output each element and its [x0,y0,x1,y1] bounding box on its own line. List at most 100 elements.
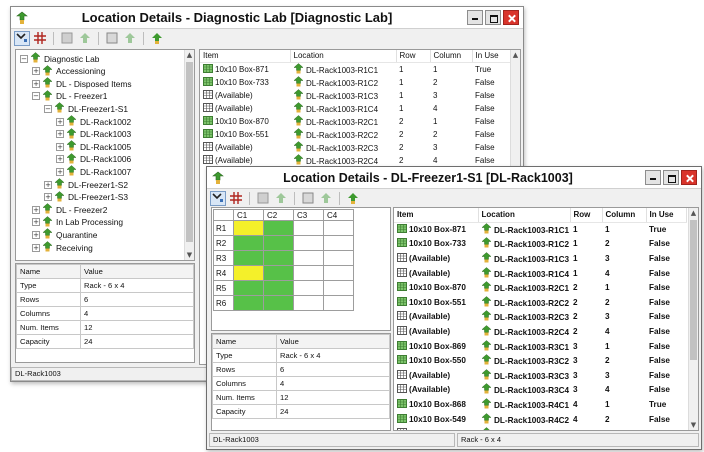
items-scrollbar[interactable]: ▲ ▼ [688,208,698,430]
rack-slot[interactable] [323,265,354,281]
rack-slot[interactable] [323,220,354,236]
minimize-button[interactable] [645,170,661,185]
collapse-icon[interactable]: − [44,104,52,113]
rack-slot[interactable] [263,295,294,311]
items-list[interactable]: Item Location Row Column In Use 10x10 Box-871… [393,207,699,431]
table-row[interactable]: (Available) DL-Rack1003-R1C4 1 4 False [394,266,686,281]
grid-view-button[interactable] [32,31,48,46]
column-header[interactable]: Column [602,208,647,223]
collapse-icon[interactable]: − [32,92,40,101]
expand-icon[interactable]: + [44,180,52,189]
tree-node[interactable]: + DL-Freezer1-S3 [44,190,128,203]
prop-row[interactable]: Num. Items 12 [16,320,194,335]
expand-icon[interactable]: + [44,193,52,202]
prop-row[interactable]: Columns 4 [212,376,390,391]
tree-node[interactable]: + DL-Rack1002 [56,115,131,127]
table-icon[interactable] [300,191,316,206]
table-row[interactable]: 10x10 Box-871 DL-Rack1003-R1C1 1 1 True [200,62,510,76]
close-button[interactable] [503,10,519,25]
column-header[interactable]: Row [396,50,431,63]
table-row[interactable]: (Available) DL-Rack1003-R3C4 3 4 False [394,383,686,398]
rack-slot[interactable] [293,280,324,296]
tree-node[interactable]: + DL - Freezer2 [32,203,107,215]
rack-slot[interactable] [233,295,264,311]
rack-slot[interactable] [233,235,264,251]
rack-slot[interactable] [323,295,354,311]
table-row[interactable]: 10x10 Box-870 DL-Rack1003-R2C1 2 1 False [394,280,686,295]
table-row[interactable]: (Available) DL-Rack1003-R1C4 1 4 False [200,101,510,115]
maximize-button[interactable] [663,170,679,185]
tree-node[interactable]: + Quarantine [32,228,97,240]
column-header[interactable]: In Use [646,208,687,223]
rack-slot[interactable] [323,280,354,296]
rack-slot[interactable] [233,265,264,281]
maximize-button[interactable] [485,10,501,25]
column-header[interactable]: Item [394,208,479,223]
rack-layout-grid[interactable]: C1 C2 C3 C4 R1 R2 R3 R4 R5 R6 [211,207,391,331]
tree-view-button[interactable] [14,30,30,46]
expand-icon[interactable]: + [32,230,40,239]
column-header[interactable]: Item [200,50,291,63]
scroll-down-icon[interactable]: ▼ [689,420,698,430]
prop-row[interactable]: Capacity 24 [212,404,390,419]
rack-slot[interactable] [263,280,294,296]
expand-icon[interactable]: + [56,167,64,176]
tree-view-button[interactable] [210,190,226,206]
list-icon[interactable] [59,31,75,46]
table-row[interactable]: (Available) DL-Rack1003-R2C3 2 3 False [394,310,686,325]
expand-icon[interactable]: + [32,218,40,227]
rack-slot[interactable] [293,235,324,251]
expand-icon[interactable]: + [56,155,64,164]
tree-node[interactable]: − DL - Freezer1 [32,89,107,102]
table-row[interactable]: (Available) DL-Rack1003-R2C4 2 4 False [394,324,686,339]
rack-slot[interactable] [293,250,324,266]
rack-slot[interactable] [293,220,324,236]
rack-slot[interactable] [233,280,264,296]
tree-node[interactable]: + DL-Rack1006 [56,152,131,165]
rack-slot[interactable] [263,265,294,281]
table-row[interactable]: (Available) DL-Rack1003-R4C3 4 3 False [394,426,686,430]
column-header[interactable]: Column [430,50,473,63]
table-row[interactable]: 10x10 Box-550 DL-Rack1003-R3C2 3 2 False [394,353,686,368]
prop-row[interactable]: Num. Items 12 [212,390,390,405]
rack-slot[interactable] [323,250,354,266]
rack-slot[interactable] [263,220,294,236]
close-button[interactable] [681,170,697,185]
table-row[interactable]: (Available) DL-Rack1003-R1C3 1 3 False [200,88,510,102]
table-icon[interactable] [104,31,120,46]
table-row[interactable]: 10x10 Box-870 DL-Rack1003-R2C1 2 1 False [200,114,510,128]
list-icon[interactable] [255,191,271,206]
column-header[interactable]: Location [290,50,397,63]
tree-node[interactable]: + DL - Disposed Items [32,77,132,89]
table-row[interactable]: 10x10 Box-868 DL-Rack1003-R4C1 4 1 True [394,397,686,412]
table-row[interactable]: 10x10 Box-733 DL-Rack1003-R1C2 1 2 False [200,75,510,89]
column-header[interactable]: Row [570,208,603,223]
rack-slot[interactable] [233,220,264,236]
rack-slot[interactable] [293,295,324,311]
table-row[interactable]: 10x10 Box-871 DL-Rack1003-R1C1 1 1 True [394,222,686,237]
column-header[interactable]: In Use [472,50,511,63]
title-bar[interactable]: Location Details - DL-Freezer1-S1 [DL-Ra… [207,167,701,189]
scroll-thumb[interactable] [186,62,193,242]
tree-scrollbar[interactable]: ▲ ▼ [184,50,194,260]
prop-row[interactable]: Type Rack - 6 x 4 [16,278,194,293]
scroll-up-icon[interactable]: ▲ [185,50,194,60]
expand-icon[interactable]: + [56,130,64,139]
tree-node[interactable]: − Diagnostic Lab [20,52,99,64]
tree-node[interactable]: + In Lab Processing [32,215,123,228]
table-row[interactable]: 10x10 Box-549 DL-Rack1003-R4C2 4 2 False [394,412,686,427]
location-icon[interactable] [122,31,138,46]
rack-slot[interactable] [323,235,354,251]
location-up-icon[interactable] [77,31,93,46]
minimize-button[interactable] [467,10,483,25]
rack-slot[interactable] [263,250,294,266]
prop-row[interactable]: Columns 4 [16,306,194,321]
scroll-up-icon[interactable]: ▲ [511,50,520,60]
table-row[interactable]: (Available) DL-Rack1003-R2C3 2 3 False [200,140,510,154]
expand-icon[interactable]: + [32,205,40,214]
location-tree[interactable]: − Diagnostic Lab + Accessioning + DL - Dispos… [15,49,195,261]
rack-slot[interactable] [263,235,294,251]
prop-row[interactable]: Rows 6 [212,362,390,377]
column-header[interactable]: Location [478,208,571,223]
collapse-icon[interactable]: − [20,54,28,63]
